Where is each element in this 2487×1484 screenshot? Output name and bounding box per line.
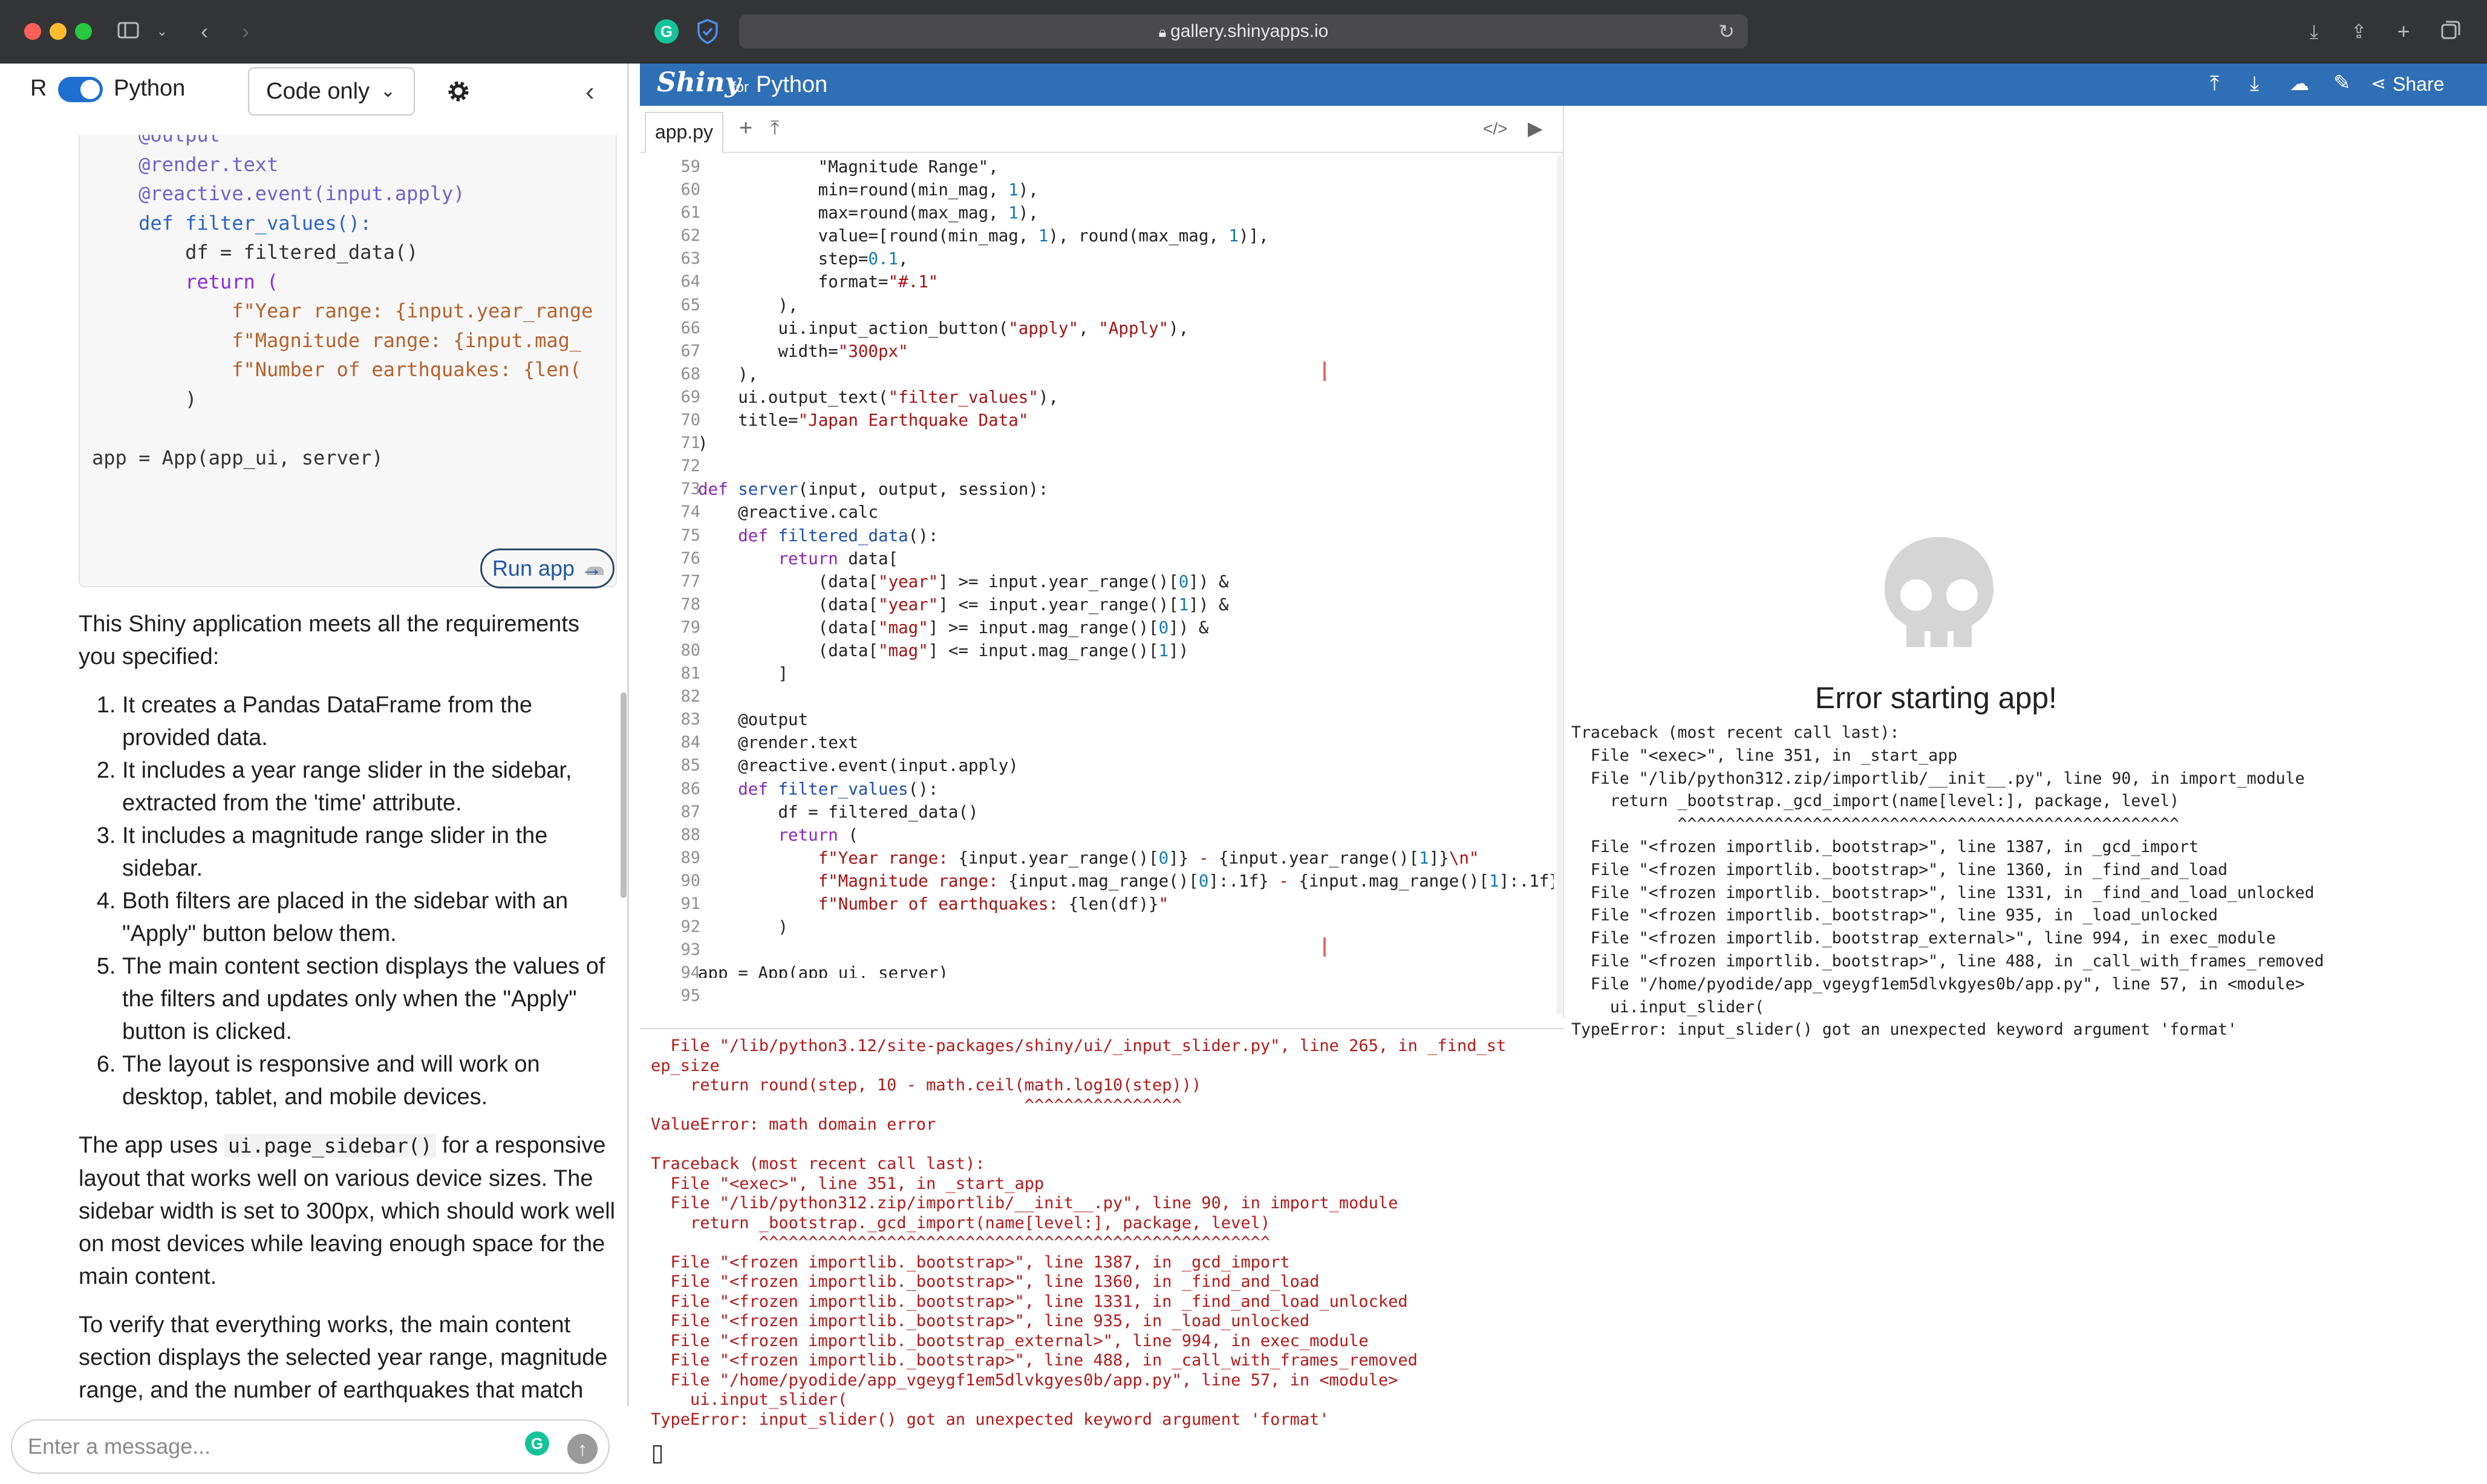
r-label: R <box>30 76 47 101</box>
chat-panel: R Python Code only ⌄ ‹ @output @render.t… <box>0 63 629 1484</box>
lock-icon: 🔒︎ <box>1158 24 1171 41</box>
forward-icon[interactable]: › <box>232 18 259 45</box>
chevron-down-icon: ⌄ <box>380 81 396 101</box>
share-icon[interactable]: ⋖ <box>2371 73 2386 94</box>
share-icon[interactable]: ⇪ <box>2345 18 2372 45</box>
upload-icon[interactable]: ⤒ <box>2210 72 2219 96</box>
language-toggle[interactable] <box>58 77 103 102</box>
sidebar-toggle-icon[interactable] <box>115 18 142 45</box>
verify-paragraph: To verify that everything works, the mai… <box>79 1312 608 1403</box>
cloud-icon[interactable]: ☁ <box>2290 72 2309 95</box>
requirements-list: It creates a Pandas DataFrame from the p… <box>79 689 617 1113</box>
close-window-button[interactable] <box>24 23 41 40</box>
console-output: File "/lib/python3.12/site-packages/shin… <box>640 1028 1564 1484</box>
error-traceback: Traceback (most recent call last): File … <box>1571 723 2324 1040</box>
code-block-text: @output @render.text @reactive.event(inp… <box>92 135 593 469</box>
shiny-logo-for: for <box>732 79 749 96</box>
intro-paragraph: This Shiny application meets all the req… <box>79 611 579 669</box>
list-item: Both filters are placed in the sidebar w… <box>122 885 617 950</box>
console-text: File "/lib/python3.12/site-packages/shin… <box>651 1037 1507 1429</box>
upload-file-icon[interactable]: ⤒ <box>771 117 779 140</box>
grammarly-icon[interactable]: G <box>525 1431 549 1456</box>
error-title: Error starting app! <box>1814 681 2058 715</box>
gear-icon[interactable] <box>445 78 472 105</box>
layout-paragraph: The app uses ui.page_sidebar() for a res… <box>79 1133 616 1289</box>
downloads-icon[interactable]: ⤓ <box>2301 18 2327 45</box>
code-block: @output @render.text @reactive.event(inp… <box>79 135 617 587</box>
editor-tabbar: app.py + ⤒ </> ▶ <box>640 106 1564 153</box>
code-text[interactable]: "Magnitude Range", min=round(min_mag, 1)… <box>698 155 1554 978</box>
tab-app-py[interactable]: app.py <box>645 112 723 153</box>
console-input-cursor[interactable] <box>653 1445 662 1463</box>
message-composer: Enter a message... G ↑ <box>0 1406 629 1484</box>
chat-scrollbar[interactable] <box>621 692 627 898</box>
code-editor: app.py + ⤒ </> ▶ 59 60 61 62 63 64 65 66… <box>640 106 1564 1018</box>
chat-header: R Python Code only ⌄ ‹ <box>0 63 629 135</box>
chevron-down-icon[interactable]: ⌄ <box>149 18 175 45</box>
edit-icon[interactable]: ✎ <box>2333 71 2351 95</box>
shiny-header: Shiny for Python ⤒ ⤓ ☁ ✎ ⋖ Share <box>640 63 2487 106</box>
address-bar[interactable]: 🔒︎ gallery.shinyapps.io ↻ <box>739 15 1748 48</box>
url-text: gallery.shinyapps.io <box>1170 21 1329 41</box>
new-tab-icon[interactable]: + <box>2390 18 2417 45</box>
run-icon[interactable]: ▶ <box>1528 117 1543 140</box>
editor-scrollbar[interactable] <box>1557 155 1562 1014</box>
code-view-icon[interactable]: </> <box>1483 119 1507 138</box>
send-button[interactable]: ↑ <box>567 1434 598 1464</box>
maximize-window-button[interactable] <box>75 23 92 40</box>
app-preview: Error starting app! Traceback (most rece… <box>1566 106 2487 1484</box>
download-icon[interactable]: ⤓ <box>2250 72 2259 96</box>
shiny-logo: Shiny <box>657 67 741 98</box>
list-item: It includes a magnitude range slider in … <box>122 819 617 885</box>
shield-icon[interactable] <box>696 18 720 45</box>
shiny-logo-python: Python <box>756 72 828 97</box>
grammarly-icon[interactable]: G <box>654 19 679 44</box>
collapse-panel-icon[interactable]: ‹ <box>585 77 595 107</box>
browser-toolbar: ⌄ ‹ › G 🔒︎ gallery.shinyapps.io ↻ ⤓ ⇪ + <box>0 0 2487 63</box>
run-app-button[interactable]: Run app → <box>480 548 614 588</box>
mode-select[interactable]: Code only ⌄ <box>248 67 415 116</box>
minimize-window-button[interactable] <box>50 23 67 40</box>
list-item: It includes a year range slider in the s… <box>122 754 617 819</box>
tab-overview-icon[interactable] <box>2437 18 2464 45</box>
mode-select-value: Code only <box>266 79 370 104</box>
back-icon[interactable]: ‹ <box>191 18 218 45</box>
line-numbers: 59 60 61 62 63 64 65 66 67 68 69 70 71 7… <box>680 157 700 1006</box>
share-button[interactable]: Share <box>2393 73 2444 96</box>
list-item: The layout is responsive and will work o… <box>122 1048 617 1113</box>
reload-icon[interactable]: ↻ <box>1718 15 1735 48</box>
message-input[interactable]: Enter a message... <box>11 1419 610 1474</box>
list-item: It creates a Pandas DataFrame from the p… <box>122 689 617 754</box>
skull-icon <box>1879 532 2000 653</box>
python-label: Python <box>114 76 186 101</box>
inline-code: ui.page_sidebar() <box>224 1134 436 1157</box>
list-item: The main content section displays the va… <box>122 950 617 1048</box>
add-file-icon[interactable]: + <box>739 116 752 142</box>
assistant-message: This Shiny application meets all the req… <box>79 608 617 1422</box>
